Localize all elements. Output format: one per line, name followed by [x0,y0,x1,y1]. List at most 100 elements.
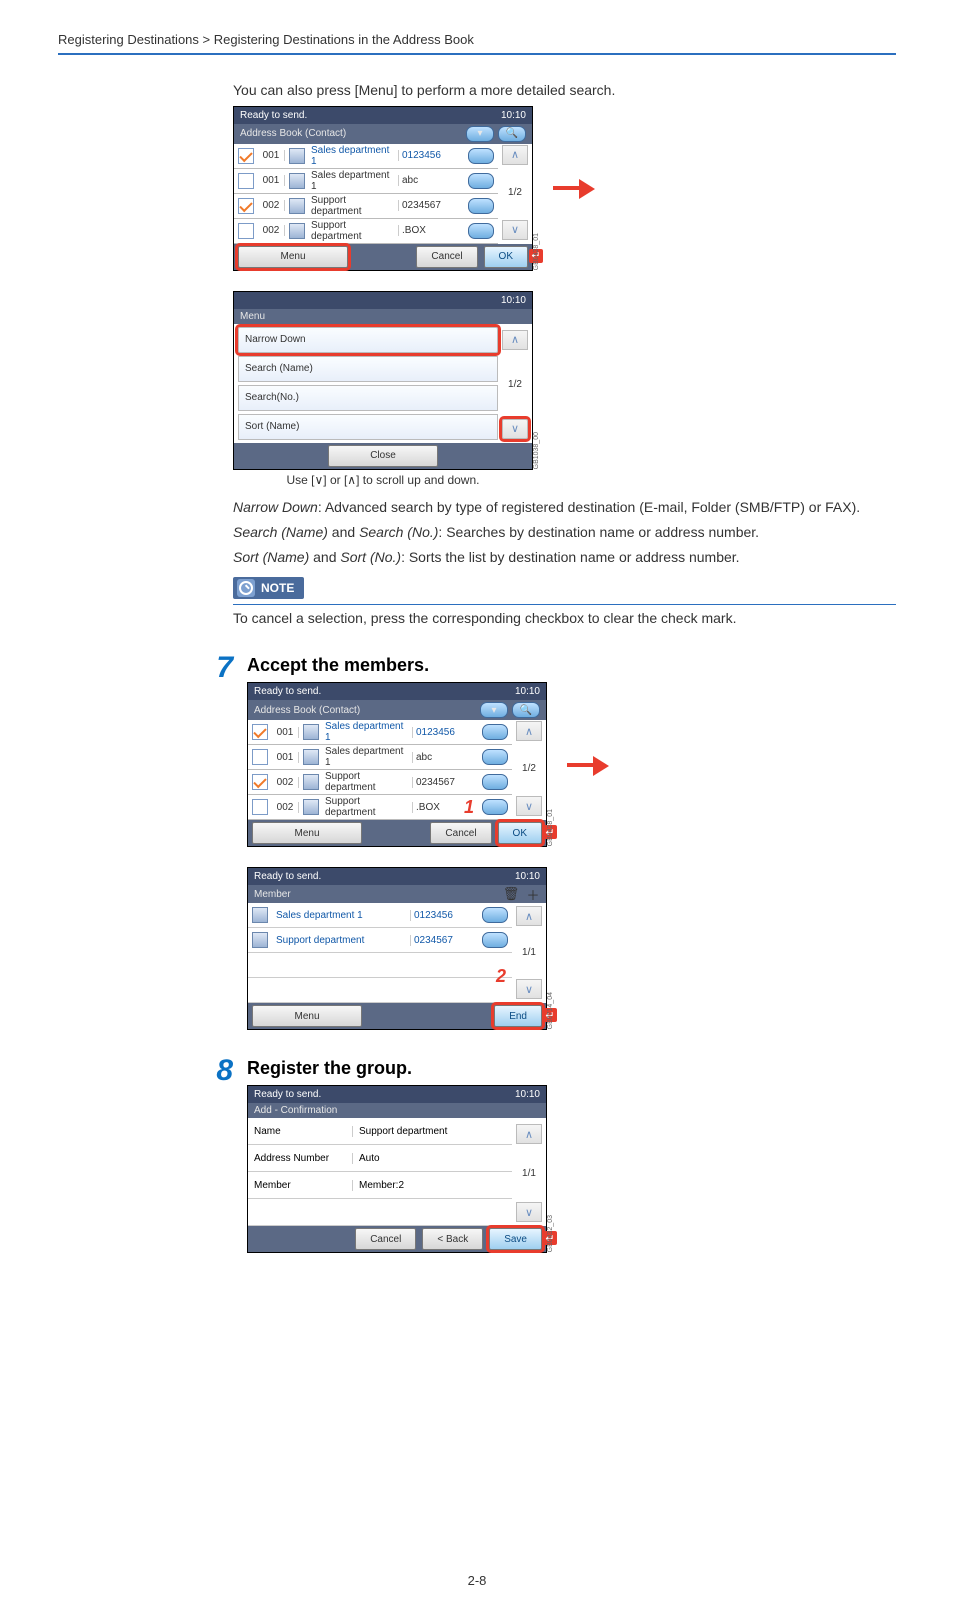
conf-row-member[interactable]: Member Member:2 [248,1172,512,1199]
screen-title: Ready to send. [254,1089,321,1100]
scroll-up-button[interactable]: ∧ [516,906,542,926]
list-item[interactable]: 001 Sales department 1 abc [234,169,498,194]
ok-button[interactable]: OK [498,822,542,844]
type-icon [289,223,305,239]
row-num: 001 [258,175,285,186]
list-item[interactable]: 001 Sales department 1 0123456 [234,144,498,169]
row-detail-button[interactable] [468,173,494,189]
row-name: Sales department 1 [309,145,394,167]
screen-title: Ready to send. [254,871,321,882]
scroll-up-button[interactable]: ∧ [516,721,542,741]
scroll-down-button[interactable]: ∨ [502,419,528,439]
conf-value: Member:2 [352,1180,512,1191]
caption-text: Use [∨] or [∧] to scroll up and down. [234,473,532,487]
menu-item-search-name[interactable]: Search (Name) [238,356,498,382]
image-tag: GB0428_01 [533,233,540,270]
search-icon[interactable]: 🔍 [512,702,540,718]
scroll-up-button[interactable]: ∧ [516,1124,542,1144]
screen-subtitle: Address Book (Contact) [240,128,346,139]
row-value: abc [398,175,464,186]
type-icon [303,774,319,790]
row-detail-button[interactable] [482,932,508,948]
row-detail-button[interactable] [482,749,508,765]
page-indicator: 1/1 [522,947,536,958]
sort-icon[interactable]: ▾ [466,126,494,142]
step-title-8: Register the group. [247,1058,896,1079]
row-detail-button[interactable] [468,198,494,214]
checkbox-icon[interactable] [252,749,268,765]
search-icon[interactable]: 🔍 [498,126,526,142]
row-detail-button[interactable] [482,724,508,740]
page-indicator: 1/1 [522,1168,536,1179]
intro-text: You can also press [Menu] to perform a m… [233,81,896,100]
checkbox-icon[interactable] [252,799,268,815]
image-tag: GB1038_00 [533,432,540,469]
screen-clock: 10:10 [501,295,526,306]
menu-item-search-no[interactable]: Search(No.) [238,385,498,411]
type-icon [303,799,319,815]
screen-confirmation: Ready to send. 10:10 Add - Confirmation … [247,1085,547,1253]
conf-row-address[interactable]: Address Number Auto [248,1145,512,1172]
checkbox-icon[interactable] [238,173,254,189]
screen-subtitle: Member [254,889,291,900]
scroll-up-button[interactable]: ∧ [502,145,528,165]
row-num: 002 [272,777,299,788]
plus-icon[interactable]: ＋ [526,887,540,901]
row-detail-button[interactable] [482,774,508,790]
menu-button[interactable]: Menu [252,822,362,844]
ok-button[interactable]: OK [484,246,528,268]
checkbox-icon[interactable] [238,148,254,164]
row-detail-button[interactable] [482,907,508,923]
cancel-button[interactable]: Cancel [416,246,477,268]
menu-item-narrow-down[interactable]: Narrow Down [238,327,498,353]
list-item[interactable]: Sales department 1 0123456 [248,903,512,928]
scroll-down-button[interactable]: ∨ [516,796,542,816]
row-value: 0234567 [412,777,478,788]
row-detail-button[interactable] [468,148,494,164]
back-button[interactable]: < Back [422,1228,483,1250]
conf-row-name[interactable]: Name Support department [248,1118,512,1145]
checkbox-icon[interactable] [252,774,268,790]
sort-icon[interactable]: ▾ [480,702,508,718]
trash-icon[interactable]: 🗑 [504,887,518,901]
scroll-down-button[interactable]: ∨ [516,979,542,999]
menu-button[interactable]: Menu [238,246,348,268]
list-item[interactable]: 002 Support department 0234567 [248,770,512,795]
save-button[interactable]: Save [489,1228,542,1250]
scroll-up-button[interactable]: ∧ [502,330,528,350]
row-value: 0234567 [398,200,464,211]
list-item[interactable]: 001 Sales department 1 abc [248,745,512,770]
row-num: 002 [258,225,285,236]
checkbox-icon[interactable] [252,724,268,740]
header-rule [58,53,896,55]
row-num: 001 [272,727,299,738]
row-name: Support department [309,220,394,242]
scroll-down-button[interactable]: ∨ [502,220,528,240]
checkbox-icon[interactable] [238,198,254,214]
menu-button[interactable]: Menu [252,1005,362,1027]
cancel-button[interactable]: Cancel [355,1228,416,1250]
cancel-button[interactable]: Cancel [430,822,491,844]
screen-address-book-a: Ready to send. 10:10 Address Book (Conta… [233,106,533,271]
row-detail-button[interactable] [468,223,494,239]
scroll-down-button[interactable]: ∨ [516,1202,542,1222]
screen-clock: 10:10 [515,871,540,882]
row-name: Sales department 1 [323,721,408,743]
menu-item-sort-name[interactable]: Sort (Name) [238,414,498,440]
conf-value: Support department [352,1126,512,1137]
checkbox-icon[interactable] [238,223,254,239]
row-name: Sales department 1 [309,170,394,192]
list-item[interactable]: Support department 0234567 [248,928,512,953]
row-detail-button[interactable] [482,799,508,815]
conf-label: Name [248,1126,352,1137]
end-button[interactable]: End [494,1005,542,1027]
page-indicator: 1/2 [522,763,536,774]
close-button[interactable]: Close [328,445,438,467]
list-item[interactable]: 001 Sales department 1 0123456 [248,720,512,745]
conf-row-empty [248,1199,512,1226]
screen-clock: 10:10 [501,110,526,121]
arrow-icon [567,758,609,772]
list-item[interactable]: 002 Support department 0234567 [234,194,498,219]
list-item[interactable]: 002 Support department .BOX [234,219,498,244]
row-value: 0123456 [412,727,478,738]
